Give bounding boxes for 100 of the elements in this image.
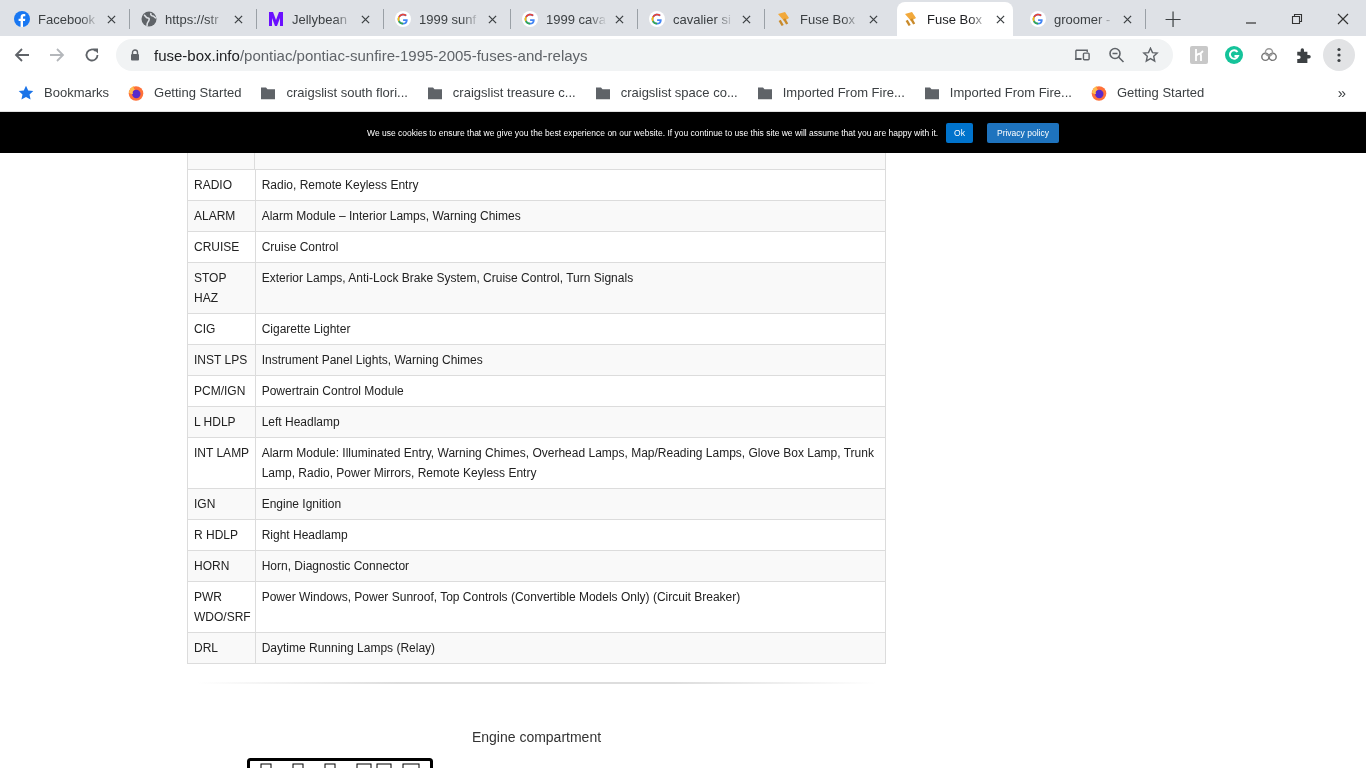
browser-tab[interactable]: 1999 sunf — [389, 2, 505, 36]
table-cell: Alarm Module: Illuminated Entry, Warning Chimes, Overhead Lamps, Map/Reading Lamps, Glove Box Lamp, Trunk Lamp, Radio, Power Mirrors, Remote Keyless Entry — [255, 437, 886, 489]
google-icon — [649, 11, 665, 27]
close-icon[interactable] — [234, 14, 243, 24]
table-cell: STOP HAZ — [187, 262, 256, 314]
section-caption: Engine compartment — [470, 729, 603, 745]
bookmark-item[interactable]: Getting Started — [128, 84, 242, 101]
browser-tab[interactable]: groomer - — [1024, 2, 1140, 36]
table-cell: Instrument Panel Lights, Warning Chimes — [255, 344, 886, 376]
table-cell: CRUISE — [187, 231, 256, 263]
table-cell: Daytime Running Lamps (Relay) — [255, 632, 886, 664]
google-icon — [395, 11, 411, 27]
bookmark-item[interactable]: Imported From Fire... — [923, 84, 1072, 101]
close-icon[interactable] — [488, 14, 497, 24]
table-cell: INT LAMP — [187, 437, 256, 489]
tab-title: https://str — [165, 11, 220, 27]
more-bookmarks-button[interactable]: » — [1337, 84, 1346, 101]
zoom-out-icon[interactable] — [1108, 47, 1125, 63]
browser-tab[interactable]: Fuse Box — [770, 2, 886, 36]
bookmark-item[interactable]: Getting Started — [1090, 84, 1205, 101]
bookmark-label: Bookmarks — [44, 85, 110, 100]
table-cell: PCM/IGN — [187, 375, 256, 407]
browser-tab[interactable]: Fuse Box — [897, 2, 1013, 36]
table-cell: RADIO — [187, 169, 256, 201]
table-cell: Powertrain Control Module — [255, 375, 886, 407]
close-icon[interactable] — [1123, 14, 1132, 24]
bookmark-label: Getting Started — [154, 85, 242, 100]
browser-tab[interactable]: https://str — [135, 2, 251, 36]
extensions-puzzle-icon[interactable] — [1295, 46, 1313, 64]
bookmark-label: Imported From Fire... — [949, 85, 1072, 100]
table-cell: HORN — [187, 550, 256, 582]
privacy-policy-button[interactable]: Privacy policy — [987, 122, 1059, 143]
bookmark-item[interactable]: Imported From Fire... — [756, 84, 905, 101]
table-cell: ALARM — [187, 200, 256, 232]
close-icon[interactable] — [1337, 13, 1349, 25]
close-icon[interactable] — [107, 14, 116, 24]
new-tab-button[interactable]: + — [1155, 2, 1192, 36]
close-icon[interactable] — [996, 14, 1005, 24]
menu-button[interactable] — [1323, 39, 1355, 71]
bookmark-item[interactable]: Bookmarks — [18, 84, 110, 101]
table-cell: CIG — [187, 313, 256, 345]
more-vert-icon — [1337, 47, 1341, 63]
table-cell: R HDLP — [187, 519, 256, 551]
cookie-notice-text: We use cookies to ensure that we give you the best experience on our website. If you continue to use this site we will assume that you are happy with it. — [367, 127, 939, 138]
address-bar[interactable]: fuse-box.info/pontiac/pontiac-sunfire-1995-2005-fuses-and-relays — [116, 39, 1173, 71]
globe-icon — [141, 11, 157, 27]
lock-icon — [130, 49, 140, 61]
table-cell: Radio, Remote Keyless Entry — [255, 169, 886, 201]
table-cell: Power Windows, Power Sunroof, Top Controls (Convertible Models Only) (Circuit Breaker) — [255, 581, 886, 633]
tab-title: groomer - — [1054, 11, 1112, 27]
browser-tab[interactable]: 1999 cava — [516, 2, 632, 36]
google-icon — [522, 11, 538, 27]
table-cell: IGN — [187, 488, 256, 520]
table-cell: Engine Ignition — [255, 488, 886, 520]
bookmark-item[interactable]: craigslist treasure c... — [426, 84, 576, 101]
tab-title: cavalier si — [673, 11, 732, 27]
table-cell: Alarm Module – Interior Lamps, Warning Chimes — [255, 200, 886, 232]
url-text: fuse-box.info/pontiac/pontiac-sunfire-1995-2005-fuses-and-relays — [154, 46, 588, 64]
tab-title: Facebook — [38, 11, 97, 27]
restore-icon[interactable] — [1291, 13, 1303, 25]
bookmark-item[interactable]: craigslist south flori... — [260, 84, 408, 101]
google-icon — [1030, 11, 1046, 27]
browser-tab[interactable]: Facebook — [8, 2, 124, 36]
table-cell: PWR WDO/SRF — [187, 581, 256, 633]
tab-title: Fuse Box — [800, 11, 856, 27]
star-outline-icon[interactable] — [1142, 47, 1159, 63]
bookmark-item[interactable]: craigslist space co... — [594, 84, 738, 101]
facebook-icon — [14, 11, 30, 27]
ok-button[interactable]: Ok — [946, 122, 973, 143]
reload-icon[interactable] — [84, 47, 100, 63]
table-cell: Exterior Lamps, Anti-Lock Brake System, Cruise Control, Turn Signals — [255, 262, 886, 314]
close-icon[interactable] — [615, 14, 624, 24]
table-cell: Horn, Diagnostic Connector — [255, 550, 886, 582]
firefox-icon — [128, 84, 145, 101]
table-cell: L HDLP — [187, 406, 256, 438]
bookmark-label: craigslist space co... — [620, 85, 738, 100]
firefox-icon — [1090, 84, 1107, 101]
close-icon[interactable] — [361, 14, 370, 24]
table-cell: DRL — [187, 632, 256, 664]
browser-tab[interactable]: Jellybean — [262, 2, 378, 36]
fuse-icon — [903, 11, 919, 27]
bookmark-label: craigslist south flori... — [286, 85, 408, 100]
bookmark-label: craigslist treasure c... — [452, 85, 576, 100]
close-icon[interactable] — [869, 14, 878, 24]
link-rings-icon[interactable] — [1260, 46, 1278, 64]
close-icon[interactable] — [742, 14, 751, 24]
table-cell: Left Headlamp — [255, 406, 886, 438]
devices-icon[interactable] — [1074, 47, 1091, 63]
tab-title: 1999 cava — [546, 11, 607, 27]
bookmark-label: Getting Started — [1116, 85, 1205, 100]
table-cell: Cruise Control — [255, 231, 886, 263]
table-cell: Cigarette Lighter — [255, 313, 886, 345]
bookmark-label: Imported From Fire... — [782, 85, 905, 100]
star-icon — [18, 84, 34, 101]
jellybean-logo-icon — [268, 11, 284, 27]
back-arrow-icon[interactable] — [14, 47, 30, 63]
browser-tab[interactable]: cavalier si — [643, 2, 759, 36]
table-cell: INST LPS — [187, 344, 256, 376]
tab-title: Fuse Box — [927, 11, 983, 27]
table-cell: Right Headlamp — [255, 519, 886, 551]
